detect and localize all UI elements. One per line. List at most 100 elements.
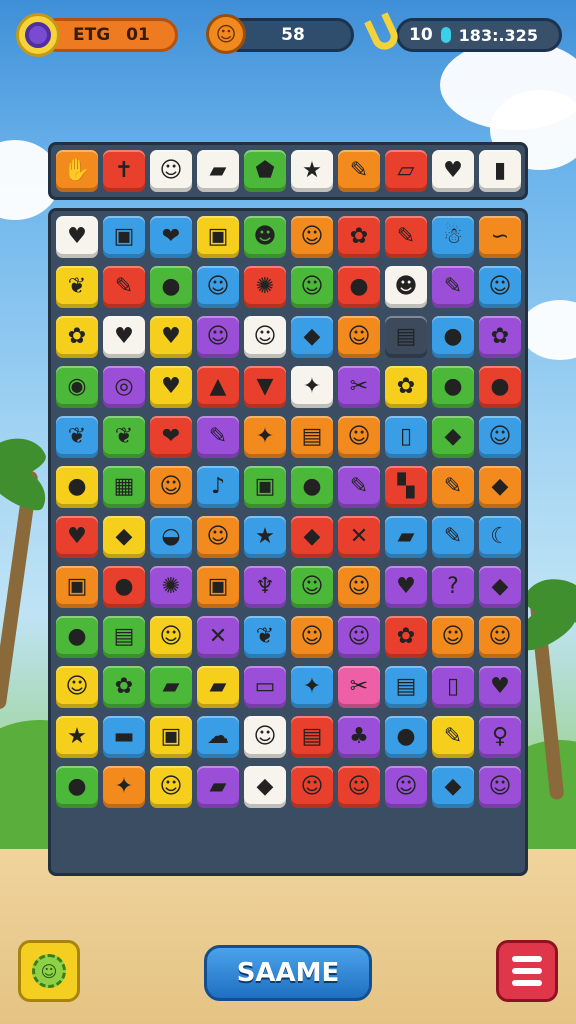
board-tile[interactable]: ◆ [103,516,145,558]
board-tile[interactable]: ◎ [103,366,145,408]
board-tile[interactable]: ✺ [150,566,192,608]
board-tile[interactable]: ▤ [385,666,427,708]
board-tile[interactable]: ☺ [197,516,239,558]
board-tile[interactable]: ● [103,566,145,608]
top-row-tile[interactable]: ▱ [385,150,427,192]
board-tile[interactable]: ☺ [479,616,521,658]
board-tile[interactable]: ◆ [432,416,474,458]
board-tile[interactable]: ▰ [197,666,239,708]
board-tile[interactable]: ✕ [338,516,380,558]
board-tile[interactable]: ☺ [150,766,192,808]
board-tile[interactable]: ☺ [432,616,474,658]
board-tile[interactable]: ☺ [479,266,521,308]
board-tile[interactable]: ☃ [432,216,474,258]
board-tile[interactable]: ● [56,616,98,658]
top-row-tile[interactable]: ★ [291,150,333,192]
board-tile[interactable]: ✎ [432,516,474,558]
board-tile[interactable]: ☺ [56,666,98,708]
board-tile[interactable]: ☻ [385,266,427,308]
board-tile[interactable]: ☺ [197,316,239,358]
board-tile[interactable]: ❦ [56,266,98,308]
board-tile[interactable]: ♆ [244,566,286,608]
board-tile[interactable]: ✎ [432,466,474,508]
board-tile[interactable]: ✦ [103,766,145,808]
board-tile[interactable]: ✂ [338,666,380,708]
board-tile[interactable]: ☺ [291,616,333,658]
board-tile[interactable]: ? [432,566,474,608]
board-tile[interactable]: ▚ [385,466,427,508]
board-tile[interactable]: ◆ [479,466,521,508]
board-tile[interactable]: ∽ [479,216,521,258]
board-tile[interactable]: ☺ [479,766,521,808]
board-tile[interactable]: ★ [56,716,98,758]
board-tile[interactable]: ☺ [338,566,380,608]
board-tile[interactable]: ❤ [150,416,192,458]
board-tile[interactable]: ▯ [385,416,427,458]
board-tile[interactable]: ● [479,366,521,408]
top-row-tile[interactable]: ✎ [338,150,380,192]
board-tile[interactable]: ▤ [291,416,333,458]
board-tile[interactable]: ✿ [103,666,145,708]
board-tile[interactable]: ☺ [291,566,333,608]
board-tile[interactable]: ☺ [291,266,333,308]
board-tile[interactable]: ● [432,316,474,358]
board-tile[interactable]: ● [56,766,98,808]
board-tile[interactable]: ☺ [291,216,333,258]
board-tile[interactable]: ♀ [479,716,521,758]
board-tile[interactable]: ✎ [432,716,474,758]
board-tile[interactable]: ▣ [56,566,98,608]
board-tile[interactable]: ● [150,266,192,308]
board-tile[interactable]: ♥ [479,666,521,708]
top-row-tile[interactable]: ☺ [150,150,192,192]
board-tile[interactable]: ◆ [432,766,474,808]
settings-button[interactable]: ☺ [18,940,80,1002]
board-tile[interactable]: ☺ [385,766,427,808]
board-tile[interactable]: ✿ [385,616,427,658]
board-tile[interactable]: ☺ [291,766,333,808]
board-tile[interactable]: ✺ [244,266,286,308]
board-tile[interactable]: ☺ [338,616,380,658]
board-tile[interactable]: ▯ [432,666,474,708]
board-tile[interactable]: ☺ [150,466,192,508]
board-tile[interactable]: ♥ [150,366,192,408]
board-tile[interactable]: ▤ [291,716,333,758]
top-row-tile[interactable]: ✝ [103,150,145,192]
board-tile[interactable]: ▼ [244,366,286,408]
board-tile[interactable]: ♪ [197,466,239,508]
board-tile[interactable]: ☺ [244,716,286,758]
board-tile[interactable]: ◆ [291,316,333,358]
top-row-tile[interactable]: ♥ [432,150,474,192]
board-tile[interactable]: ▣ [197,216,239,258]
board-tile[interactable]: ☁ [197,716,239,758]
board-tile[interactable]: ▣ [103,216,145,258]
board-tile[interactable]: ❦ [103,416,145,458]
board-tile[interactable]: ▰ [150,666,192,708]
board-tile[interactable]: ✎ [197,416,239,458]
board-tile[interactable]: ● [291,466,333,508]
board-tile[interactable]: ✎ [385,216,427,258]
board-tile[interactable]: ❦ [56,416,98,458]
board-tile[interactable]: ♥ [56,216,98,258]
board-tile[interactable]: ● [338,266,380,308]
top-row-tile[interactable]: ✋ [56,150,98,192]
board-tile[interactable]: ❤ [150,216,192,258]
board-tile[interactable]: ● [432,366,474,408]
top-row-tile[interactable]: ▰ [197,150,239,192]
board-tile[interactable]: ☺ [338,766,380,808]
board-tile[interactable]: ☾ [479,516,521,558]
menu-button[interactable] [496,940,558,1002]
board-tile[interactable]: ❦ [244,616,286,658]
board-tile[interactable]: ✕ [197,616,239,658]
board-tile[interactable]: ▬ [103,716,145,758]
board-tile[interactable]: ☺ [197,266,239,308]
center-action-button[interactable]: SAAME [204,945,372,1001]
board-tile[interactable]: ◆ [479,566,521,608]
board-tile[interactable]: ☻ [244,216,286,258]
board-tile[interactable]: ☺ [244,316,286,358]
board-tile[interactable]: ♣ [338,716,380,758]
board-tile[interactable]: ✂ [338,366,380,408]
board-tile[interactable]: ✦ [291,666,333,708]
top-row-tile[interactable]: ▮ [479,150,521,192]
board-tile[interactable]: ▭ [244,666,286,708]
board-tile[interactable]: ♥ [103,316,145,358]
